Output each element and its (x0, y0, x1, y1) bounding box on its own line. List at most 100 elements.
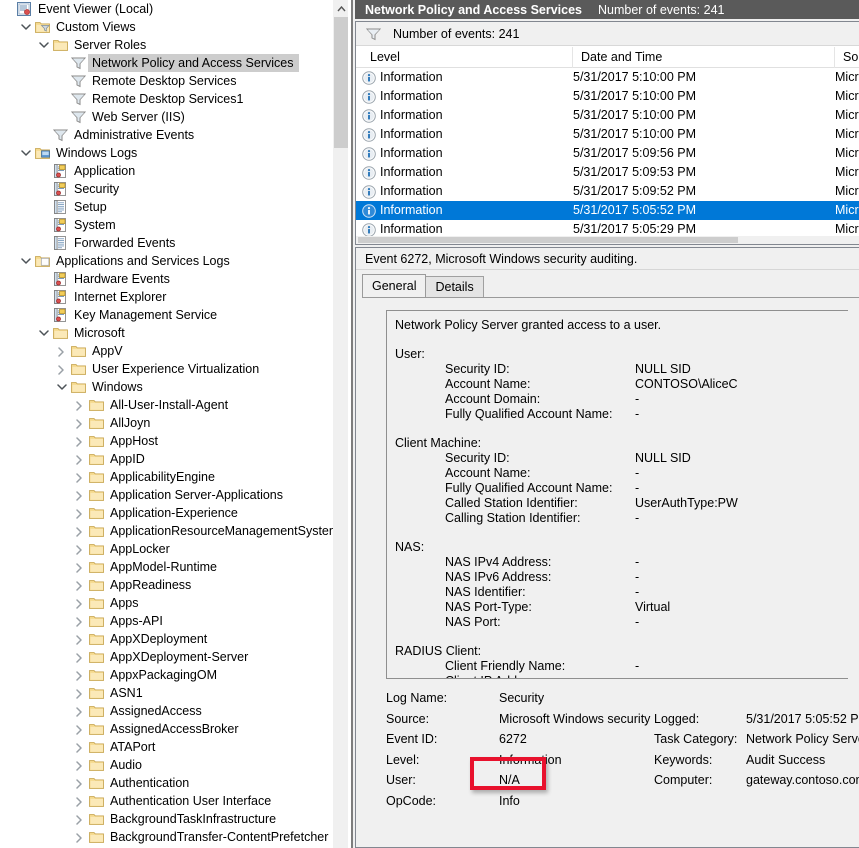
table-row[interactable]: Information5/31/2017 5:09:53 PMMicr (356, 163, 859, 182)
tree-item-appxdeployment[interactable]: AppXDeployment (0, 630, 333, 648)
tree-item-applications-and-services-logs[interactable]: Applications and Services Logs (0, 252, 333, 270)
chevron-right-icon[interactable] (72, 720, 88, 738)
tree-item-application-experience[interactable]: Application-Experience (0, 504, 333, 522)
chevron-down-icon[interactable] (18, 252, 34, 270)
tab-general[interactable]: General (362, 274, 426, 297)
tree-item-setup[interactable]: Setup (0, 198, 333, 216)
tree-item-administrative-events[interactable]: Administrative Events (0, 126, 333, 144)
chevron-right-icon[interactable] (72, 792, 88, 810)
chevron-right-icon[interactable] (72, 522, 88, 540)
event-detail-tabstrip[interactable]: GeneralDetails (362, 275, 483, 297)
events-list-body[interactable]: Information5/31/2017 5:10:00 PMMicrInfor… (356, 68, 859, 236)
tree-item-appv[interactable]: AppV (0, 342, 333, 360)
chevron-right-icon[interactable] (54, 342, 70, 360)
tree-item-backgroundtransfer-contentprefetcher[interactable]: BackgroundTransfer-ContentPrefetcher (0, 828, 333, 846)
tree-item-application[interactable]: Application (0, 162, 333, 180)
tree-item-windows[interactable]: Windows (0, 378, 333, 396)
events-column-header-row[interactable]: LevelDate and TimeSour (356, 47, 859, 68)
tree-item-audio[interactable]: Audio (0, 756, 333, 774)
chevron-right-icon[interactable] (72, 558, 88, 576)
chevron-right-icon[interactable] (72, 684, 88, 702)
table-row[interactable]: Information5/31/2017 5:10:00 PMMicr (356, 106, 859, 125)
table-row[interactable]: Information5/31/2017 5:09:56 PMMicr (356, 144, 859, 163)
chevron-right-icon[interactable] (72, 702, 88, 720)
event-description-box[interactable]: Network Policy Server granted access to … (386, 310, 848, 679)
tree-item-web-server-iis[interactable]: Web Server (IIS) (0, 108, 333, 126)
table-row[interactable]: Information5/31/2017 5:10:00 PMMicr (356, 68, 859, 87)
table-row[interactable]: Information5/31/2017 5:05:52 PMMicr (356, 201, 859, 220)
tree-vertical-scrollbar[interactable] (333, 0, 348, 848)
chevron-right-icon[interactable] (72, 738, 88, 756)
tree-item-apphost[interactable]: AppHost (0, 432, 333, 450)
tree-item-network-policy-and-access-services[interactable]: Network Policy and Access Services (0, 54, 333, 72)
tree-item-assignedaccessbroker[interactable]: AssignedAccessBroker (0, 720, 333, 738)
events-horizontal-scrollbar[interactable] (356, 236, 859, 244)
tree-item-system[interactable]: System (0, 216, 333, 234)
tree-item-apps-api[interactable]: Apps-API (0, 612, 333, 630)
tree-scrollbar-track[interactable] (334, 148, 349, 848)
column-header-level[interactable]: Level (362, 47, 573, 68)
tree-item-appmodel-runtime[interactable]: AppModel-Runtime (0, 558, 333, 576)
tree-item-appreadiness[interactable]: AppReadiness (0, 576, 333, 594)
tree-item-event-viewer-local[interactable]: Event Viewer (Local) (0, 0, 333, 18)
chevron-right-icon[interactable] (72, 576, 88, 594)
scroll-up-arrow-icon[interactable] (334, 0, 349, 17)
tree-item-asn1[interactable]: ASN1 (0, 684, 333, 702)
events-hscroll-thumb[interactable] (358, 237, 738, 243)
column-header-sour[interactable]: Sour (835, 47, 859, 68)
chevron-right-icon[interactable] (72, 486, 88, 504)
tree-item-appxpackagingom[interactable]: AppxPackagingOM (0, 666, 333, 684)
chevron-right-icon[interactable] (72, 810, 88, 828)
tree-item-authentication-user-interface[interactable]: Authentication User Interface (0, 792, 333, 810)
chevron-right-icon[interactable] (72, 666, 88, 684)
chevron-right-icon[interactable] (72, 540, 88, 558)
chevron-right-icon[interactable] (72, 774, 88, 792)
tree-item-ataport[interactable]: ATAPort (0, 738, 333, 756)
chevron-down-icon[interactable] (18, 18, 34, 36)
tree-item-backgroundtaskinfrastructure[interactable]: BackgroundTaskInfrastructure (0, 810, 333, 828)
table-row[interactable]: Information5/31/2017 5:10:00 PMMicr (356, 125, 859, 144)
tree-item-user-experience-virtualization[interactable]: User Experience Virtualization (0, 360, 333, 378)
tree-item-all-user-install-agent[interactable]: All-User-Install-Agent (0, 396, 333, 414)
tree-item-server-roles[interactable]: Server Roles (0, 36, 333, 54)
tree-item-applicationresourcemanagementsystem[interactable]: ApplicationResourceManagementSystem (0, 522, 333, 540)
table-row[interactable]: Information5/31/2017 5:09:52 PMMicr (356, 182, 859, 201)
tree-item-forwarded-events[interactable]: Forwarded Events (0, 234, 333, 252)
table-row[interactable]: Information5/31/2017 5:05:29 PMMicr (356, 220, 859, 236)
chevron-right-icon[interactable] (72, 630, 88, 648)
tab-details[interactable]: Details (425, 276, 483, 297)
tree-item-authentication[interactable]: Authentication (0, 774, 333, 792)
tree-item-security[interactable]: Security (0, 180, 333, 198)
tree-item-internet-explorer[interactable]: Internet Explorer (0, 288, 333, 306)
chevron-right-icon[interactable] (72, 396, 88, 414)
tree-item-key-management-service[interactable]: Key Management Service (0, 306, 333, 324)
chevron-down-icon[interactable] (54, 378, 70, 396)
tree-item-applicabilityengine[interactable]: ApplicabilityEngine (0, 468, 333, 486)
table-row[interactable]: Information5/31/2017 5:10:00 PMMicr (356, 87, 859, 106)
tree-item-appid[interactable]: AppID (0, 450, 333, 468)
chevron-right-icon[interactable] (72, 594, 88, 612)
chevron-down-icon[interactable] (36, 324, 52, 342)
chevron-right-icon[interactable] (72, 450, 88, 468)
tree-item-custom-views[interactable]: Custom Views (0, 18, 333, 36)
tree-item-alljoyn[interactable]: AllJoyn (0, 414, 333, 432)
chevron-down-icon[interactable] (36, 36, 52, 54)
chevron-right-icon[interactable] (72, 756, 88, 774)
chevron-right-icon[interactable] (72, 828, 88, 846)
tree-item-applocker[interactable]: AppLocker (0, 540, 333, 558)
console-tree-pane[interactable]: Event Viewer (Local)Custom ViewsServer R… (0, 0, 333, 848)
tree-item-microsoft[interactable]: Microsoft (0, 324, 333, 342)
console-tree[interactable]: Event Viewer (Local)Custom ViewsServer R… (0, 0, 333, 846)
tree-scrollbar-thumb[interactable] (334, 17, 349, 148)
tree-item-windows-logs[interactable]: Windows Logs (0, 144, 333, 162)
column-header-date-and-time[interactable]: Date and Time (573, 47, 835, 68)
tree-item-remote-desktop-services1[interactable]: Remote Desktop Services1 (0, 90, 333, 108)
chevron-down-icon[interactable] (18, 144, 34, 162)
chevron-right-icon[interactable] (54, 360, 70, 378)
tree-item-assignedaccess[interactable]: AssignedAccess (0, 702, 333, 720)
chevron-right-icon[interactable] (72, 612, 88, 630)
chevron-right-icon[interactable] (72, 432, 88, 450)
tree-item-appxdeployment-server[interactable]: AppXDeployment-Server (0, 648, 333, 666)
chevron-right-icon[interactable] (72, 414, 88, 432)
tree-item-remote-desktop-services[interactable]: Remote Desktop Services (0, 72, 333, 90)
